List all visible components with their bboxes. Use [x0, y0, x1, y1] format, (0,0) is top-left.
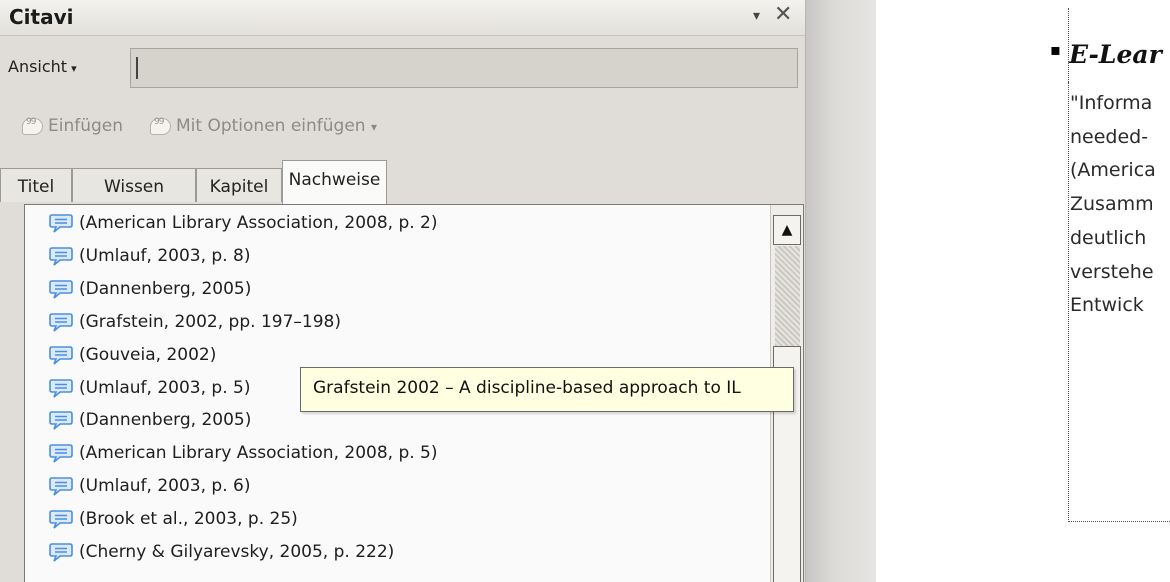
citation-list-item[interactable]: (Cherny & Gilyarevsky, 2005, p. 222) — [49, 542, 394, 572]
speech-bubble-icon — [49, 509, 73, 529]
speech-bubble-icon — [49, 246, 73, 266]
citation-label: (Brook et al., 2003, p. 25) — [79, 509, 298, 530]
citation-list-item[interactable]: (Brook et al., 2003, p. 25) — [49, 509, 298, 539]
document-text-line: verstehe — [1070, 260, 1154, 283]
scroll-up-icon[interactable]: ▲ — [773, 215, 801, 245]
citation-label: (Umlauf, 2003, p. 6) — [79, 476, 251, 497]
citavi-task-pane: Citavi ▾ ✕ Ansicht▾ Einfügen Mit Optione… — [0, 0, 806, 582]
insert-with-options-button[interactable]: Mit Optionen einfügen ▾ — [150, 116, 377, 136]
text-cursor — [136, 57, 138, 79]
citation-label: (American Library Association, 2008, p. … — [79, 213, 438, 233]
view-label: Ansicht — [8, 57, 68, 76]
speech-bubble-icon — [49, 542, 73, 562]
view-dropdown-button[interactable]: Ansicht ▾ — [8, 57, 77, 76]
pane-menu-dropdown-icon[interactable]: ▾ — [753, 8, 760, 24]
speech-bubble-icon — [49, 410, 73, 431]
insert-options-label: Mit Optionen einfügen — [176, 116, 366, 136]
document-text-line: (America — [1070, 159, 1156, 182]
citation-label: (Umlauf, 2003, p. 5) — [79, 377, 251, 398]
speech-bubble-icon — [49, 213, 73, 233]
scroll-track[interactable] — [775, 246, 800, 346]
insert-button[interactable]: Einfügen — [22, 116, 123, 136]
citation-tooltip: Grafstein 2002 – A discipline-based appr… — [300, 367, 794, 412]
citation-label: (Cherny & Gilyarevsky, 2005, p. 222) — [79, 542, 395, 562]
tab-wissen[interactable]: Wissen — [72, 168, 196, 202]
speech-bubble-icon — [49, 312, 73, 332]
citation-list-item[interactable]: (Grafstein, 2002, pp. 197–198) — [49, 312, 341, 342]
search-input[interactable] — [130, 48, 798, 88]
speech-bubble-icon — [49, 378, 73, 398]
citation-list-item[interactable]: (American Library Association, 2008, p. … — [49, 443, 438, 473]
document-text-line: Zusamm — [1070, 193, 1154, 216]
document-gutter — [806, 0, 876, 582]
speech-bubble-icon — [49, 279, 73, 299]
citation-label: (Dannenberg, 2005) — [79, 410, 252, 431]
tab-titel[interactable]: Titel — [0, 168, 72, 202]
document-text-line: Entwick — [1070, 294, 1144, 317]
citation-list-item[interactable]: (Dannenberg, 2005) — [49, 410, 251, 440]
citation-label: (Umlauf, 2003, p. 8) — [79, 245, 251, 266]
document-heading[interactable]: E-Lear — [1069, 40, 1162, 69]
insert-label: Einfügen — [48, 116, 124, 136]
pane-title: Citavi — [9, 5, 74, 29]
document-text-line: needed- — [1070, 125, 1149, 148]
citation-list-item[interactable]: (Gouveia, 2002) — [49, 345, 216, 375]
tab-nachweise[interactable]: Nachweise — [282, 160, 387, 204]
tab-kapitel[interactable]: Kapitel — [196, 168, 282, 202]
citation-label: (American Library Association, 2008, p. … — [79, 443, 438, 464]
citation-list-item[interactable]: (American Library Association, 2008, p. … — [49, 213, 438, 243]
chevron-down-icon: ▾ — [370, 120, 378, 134]
speech-bubble-icon — [49, 476, 73, 496]
citation-list-item[interactable]: (Umlauf, 2003, p. 5) — [49, 378, 250, 408]
document-text-line: deutlich — [1070, 226, 1147, 249]
pane-title-bar: Citavi ▾ ✕ — [0, 0, 805, 36]
citation-label: (Gouveia, 2002) — [79, 344, 217, 365]
document-text-line: "Informa — [1070, 92, 1153, 114]
bullet-icon: ▪ — [1050, 40, 1061, 59]
citation-list-item[interactable]: (Dannenberg, 2005) — [49, 279, 251, 309]
citation-list-item[interactable]: (Umlauf, 2003, p. 6) — [49, 476, 250, 506]
chevron-down-icon: ▾ — [71, 62, 77, 75]
view-toolbar: Ansicht ▾ — [0, 44, 805, 90]
quote-bubble-icon — [22, 117, 43, 135]
speech-bubble-icon — [49, 345, 73, 365]
close-icon[interactable]: ✕ — [774, 4, 792, 26]
citation-list-item[interactable]: (Umlauf, 2003, p. 8) — [49, 246, 250, 276]
citation-label: (Grafstein, 2002, pp. 197–198) — [79, 311, 341, 332]
citation-label: (Dannenberg, 2005) — [79, 278, 252, 299]
tab-strip: Titel Wissen Kapitel Nachweise — [0, 160, 805, 204]
speech-bubble-icon — [49, 443, 73, 463]
quote-bubble-options-icon — [150, 117, 171, 135]
insert-toolbar: Einfügen Mit Optionen einfügen ▾ — [0, 106, 805, 146]
